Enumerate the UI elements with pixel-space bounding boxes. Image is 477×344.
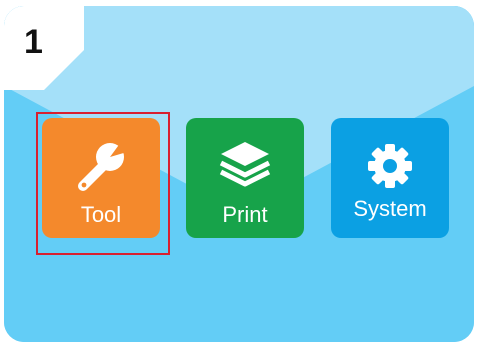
step-badge: 1 [4,6,84,90]
print-button[interactable]: Print [186,118,304,238]
home-screen: 1 Tool Print System [4,6,474,342]
wrench-icon [42,138,160,194]
tool-label: Tool [80,202,122,227]
system-button[interactable]: System [331,118,449,238]
system-label: System [353,196,427,221]
step-number: 1 [24,23,43,61]
layers-icon [186,138,304,194]
gear-icon [331,138,449,194]
print-label: Print [222,202,268,227]
tool-button[interactable]: Tool [42,118,160,238]
